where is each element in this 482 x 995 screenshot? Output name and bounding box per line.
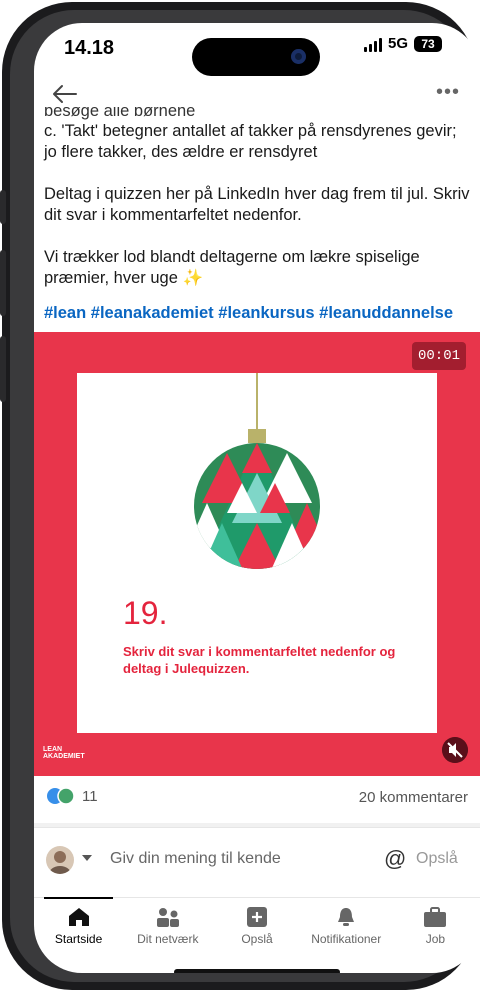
- post-prize-paragraph: Vi trækker lod blandt deltagerne om lækr…: [44, 248, 420, 287]
- comments-count[interactable]: 20 kommentarer: [359, 789, 468, 806]
- home-icon: [68, 908, 89, 926]
- comment-bar: Giv din mening til kende @ Opslå: [34, 827, 480, 898]
- status-indicators: 5G 73: [364, 35, 443, 52]
- dynamic-island: [192, 38, 320, 76]
- network-type: 5G: [388, 35, 409, 52]
- back-arrow-icon[interactable]: [50, 79, 80, 109]
- nav-label: Startside: [54, 932, 103, 946]
- battery-icon: 73: [414, 35, 443, 52]
- signal-icon: [364, 36, 382, 52]
- video-player[interactable]: 00:01 19. Skriv dit svar i kommentarfelt…: [34, 332, 480, 776]
- post-text: besøge alle børnene c. 'Takt' betegner a…: [44, 107, 474, 324]
- mute-icon[interactable]: [442, 737, 468, 763]
- christmas-ornament-image: [194, 373, 320, 569]
- more-options-icon[interactable]: •••: [436, 81, 460, 104]
- card-instructions: Skriv dit svar i kommentarfeltet nedenfo…: [123, 644, 396, 676]
- post-comment-button[interactable]: Opslå: [416, 850, 458, 868]
- nav-label: Notifikationer: [311, 932, 382, 946]
- comment-input[interactable]: Giv din mening til kende: [110, 850, 281, 868]
- nav-item-notifications[interactable]: Notifikationer: [302, 898, 391, 958]
- avatar[interactable]: [46, 846, 74, 874]
- nav-item-post[interactable]: Opslå: [212, 898, 301, 958]
- post-line-c: c. 'Takt' betegner antallet af takker på…: [44, 122, 457, 161]
- post-icon: [247, 907, 267, 927]
- reactions-count: 11: [82, 787, 98, 805]
- bottom-nav: Startside Dit netværk Opslå Notifikation…: [34, 897, 480, 958]
- nav-item-home[interactable]: Startside: [34, 897, 123, 958]
- screen: 14.18 5G 73 ••• besøge alle børnene c. '…: [34, 23, 480, 973]
- leanakademiet-logo: LEAN AKADEMIET: [43, 746, 85, 760]
- video-timer: 00:01: [412, 342, 466, 370]
- volume-up-button: [0, 250, 6, 316]
- home-indicator[interactable]: [174, 969, 340, 973]
- chevron-down-icon[interactable]: [82, 855, 92, 861]
- bell-icon: [338, 908, 355, 926]
- post-cut-line: besøge alle børnene: [44, 107, 196, 120]
- post-quiz-paragraph: Deltag i quizzen her på LinkedIn hver da…: [44, 185, 470, 224]
- volume-down-button: [0, 336, 6, 402]
- quiz-card: 19. Skriv dit svar i kommentarfeltet ned…: [77, 373, 437, 733]
- hashtags[interactable]: #lean #leanakademiet #leankursus #leanud…: [44, 303, 474, 324]
- reactions-summary[interactable]: 11: [46, 787, 98, 805]
- network-icon: [156, 908, 179, 927]
- briefcase-icon: [424, 907, 447, 927]
- action-button: [0, 190, 6, 224]
- nav-item-jobs[interactable]: Job: [391, 898, 480, 958]
- nav-label: Dit netværk: [137, 932, 199, 946]
- day-number: 19.: [123, 595, 168, 631]
- camera-icon: [291, 49, 306, 64]
- status-time: 14.18: [64, 37, 115, 59]
- nav-label: Job: [425, 932, 446, 946]
- mention-icon[interactable]: @: [384, 846, 406, 872]
- reaction-icons: [47, 787, 75, 805]
- nav-item-network[interactable]: Dit netværk: [123, 898, 212, 958]
- nav-label: Opslå: [241, 932, 273, 946]
